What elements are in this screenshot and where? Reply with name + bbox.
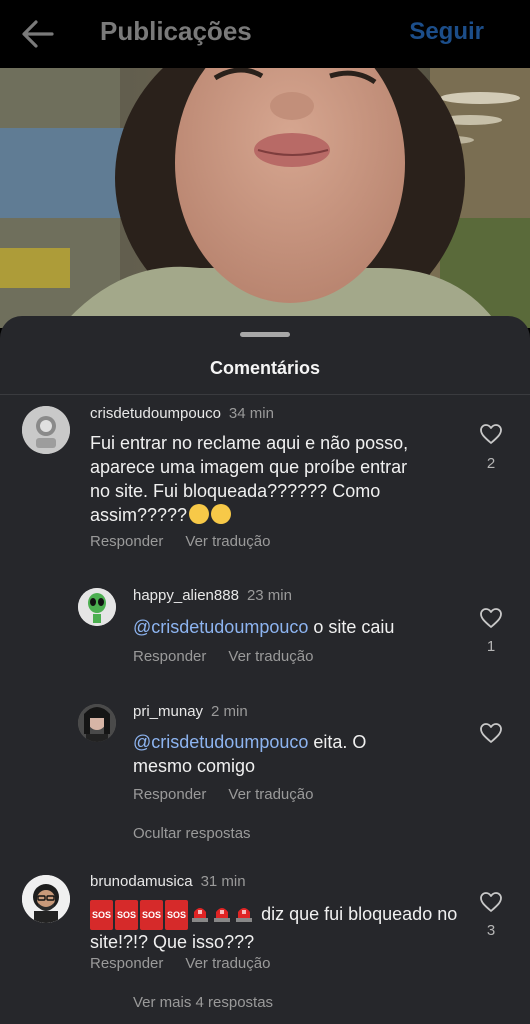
comment-actions: Responder Ver tradução: [90, 955, 270, 972]
video-preview[interactable]: [0, 68, 530, 328]
page-title: Publicações: [100, 16, 252, 46]
comment-time: 23 min: [246, 587, 292, 604]
reply-button[interactable]: Responder: [90, 955, 163, 972]
comment-text-body: Fui entrar no reclame aqui e não posso, …: [90, 433, 409, 525]
sos-emoji: SOS: [165, 900, 189, 930]
comments-sheet: Comentários crisdetudoumpouco 34 min Fui …: [0, 316, 530, 1024]
translate-button[interactable]: Ver tradução: [228, 786, 313, 803]
sos-emoji: SOS: [140, 900, 164, 930]
sos-emoji: SOS: [90, 900, 114, 930]
comment-text: Fui entrar no reclame aqui e não posso, …: [90, 431, 430, 527]
comment-text: SOS SOS SOS SOS diz que fui bloqueado no si…: [90, 900, 460, 954]
heart-icon[interactable]: [479, 891, 503, 918]
view-more-replies-button[interactable]: Ver mais 4 respostas: [133, 994, 273, 1011]
siren-icon: [212, 903, 232, 929]
flushed-face-emoji: [189, 504, 210, 524]
mention-link[interactable]: @crisdetudoumpouco: [133, 617, 308, 637]
translate-button[interactable]: Ver tradução: [228, 648, 313, 665]
reply-button[interactable]: Responder: [90, 533, 163, 550]
comment-username[interactable]: happy_alien888 23 min: [133, 587, 292, 604]
back-arrow-icon[interactable]: [18, 16, 58, 52]
comment-time: 2 min: [211, 703, 248, 720]
reply-button[interactable]: Responder: [133, 648, 206, 665]
comment-username[interactable]: pri_munay 2 min: [133, 703, 248, 720]
dizzy-face-emoji: [211, 504, 232, 524]
comment-actions: Responder Ver tradução: [133, 786, 313, 803]
avatar[interactable]: [22, 875, 70, 923]
comment-time: 31 min: [200, 873, 246, 890]
siren-icon: [234, 903, 254, 929]
comment-actions: Responder Ver tradução: [90, 533, 270, 550]
hide-replies-button[interactable]: Ocultar respostas: [133, 825, 251, 842]
username-text[interactable]: crisdetudoumpouco: [90, 405, 221, 422]
heart-icon[interactable]: [479, 607, 503, 634]
username-text[interactable]: happy_alien888: [133, 587, 239, 604]
heart-icon[interactable]: [479, 722, 503, 749]
comment-time: 34 min: [228, 405, 274, 422]
heart-icon[interactable]: [479, 423, 503, 450]
translate-button[interactable]: Ver tradução: [185, 955, 270, 972]
sos-emoji: SOS: [115, 900, 139, 930]
mention-link[interactable]: @crisdetudoumpouco: [133, 732, 308, 752]
comment-text: @crisdetudoumpouco o site caiu: [133, 615, 433, 639]
top-bar: Publicações Seguir: [0, 0, 530, 68]
avatar[interactable]: [78, 704, 116, 742]
comment-item: crisdetudoumpouco 34 min Fui entrar no re…: [0, 316, 530, 556]
avatar[interactable]: [78, 588, 116, 626]
reply-button[interactable]: Responder: [133, 786, 206, 803]
translate-button[interactable]: Ver tradução: [185, 533, 270, 550]
comment-username[interactable]: brunodamusica 31 min: [90, 873, 246, 890]
comment-text-body: o site caiu: [308, 617, 395, 637]
avatar[interactable]: [22, 406, 70, 454]
follow-button[interactable]: Seguir: [409, 18, 484, 46]
like-count: 2: [486, 455, 496, 472]
username-text[interactable]: brunodamusica: [90, 873, 193, 890]
comment-username[interactable]: crisdetudoumpouco 34 min: [90, 405, 274, 422]
like-count: 1: [486, 638, 496, 655]
siren-icon: [190, 903, 210, 929]
like-count: 3: [486, 922, 496, 939]
username-text[interactable]: pri_munay: [133, 703, 203, 720]
comment-text: @crisdetudoumpouco eita. O mesmo comigo: [133, 730, 423, 778]
comment-actions: Responder Ver tradução: [133, 648, 313, 665]
